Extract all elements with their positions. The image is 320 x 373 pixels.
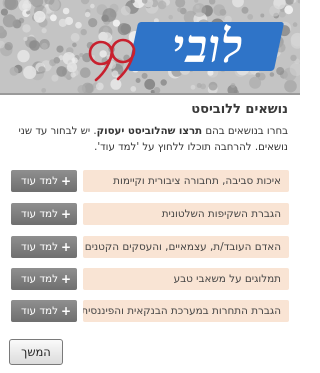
header-banner: לובי: [0, 0, 300, 93]
topic-row: הגברת השקיפות השלטונית + למד עוד: [11, 203, 289, 225]
learn-more-button[interactable]: + למד עוד: [11, 170, 77, 192]
learn-more-label: למד עוד: [21, 305, 58, 317]
topic-row: תמלוגים על משאבי טבע + למד עוד: [11, 268, 289, 290]
continue-button[interactable]: המשך: [9, 339, 63, 365]
intro-text-start: בחרו בנושאים בהם: [202, 126, 288, 137]
learn-more-button[interactable]: + למד עוד: [11, 300, 77, 322]
learn-more-label: למד עוד: [21, 175, 58, 187]
topic-label[interactable]: הגברת השקיפות השלטונית: [83, 203, 289, 225]
logo-99-mark: [88, 38, 136, 82]
plus-icon: +: [60, 304, 71, 318]
learn-more-label: למד עוד: [21, 208, 58, 220]
topic-row: האדם העובד/ת, עצמאיים, והעסקים הקטנים + …: [11, 236, 289, 258]
plus-icon: +: [60, 207, 71, 221]
learn-more-label: למד עוד: [21, 241, 58, 253]
learn-more-button[interactable]: + למד עוד: [11, 203, 77, 225]
topic-label[interactable]: הגברת התחרות במערכת הבנקאית והפיננסית: [83, 300, 289, 322]
learn-more-label: למד עוד: [21, 273, 58, 285]
plus-icon: +: [60, 272, 71, 286]
learn-more-button[interactable]: + למד עוד: [11, 268, 77, 290]
topic-label[interactable]: תמלוגים על משאבי טבע: [83, 268, 289, 290]
intro-text-bold: תרצו שהלוביסט יעסוק: [96, 126, 203, 137]
topic-label[interactable]: איכות סביבה, תחבורה ציבורית וקיימות: [83, 170, 289, 192]
topic-label[interactable]: האדם העובד/ת, עצמאיים, והעסקים הקטנים: [83, 236, 289, 258]
header-divider: [0, 93, 300, 95]
plus-icon: +: [60, 174, 71, 188]
intro-text: בחרו בנושאים בהם תרצו שהלוביסט יעסוק. יש…: [8, 124, 288, 156]
plus-icon: +: [60, 240, 71, 254]
learn-more-button[interactable]: + למד עוד: [11, 236, 77, 258]
logo-wordmark: לובי: [172, 19, 244, 73]
topic-row: איכות סביבה, תחבורה ציבורית וקיימות + למ…: [11, 170, 289, 192]
topic-row: הגברת התחרות במערכת הבנקאית והפיננסית + …: [11, 300, 289, 322]
page-title: נושאים ללוביסט: [191, 102, 288, 117]
